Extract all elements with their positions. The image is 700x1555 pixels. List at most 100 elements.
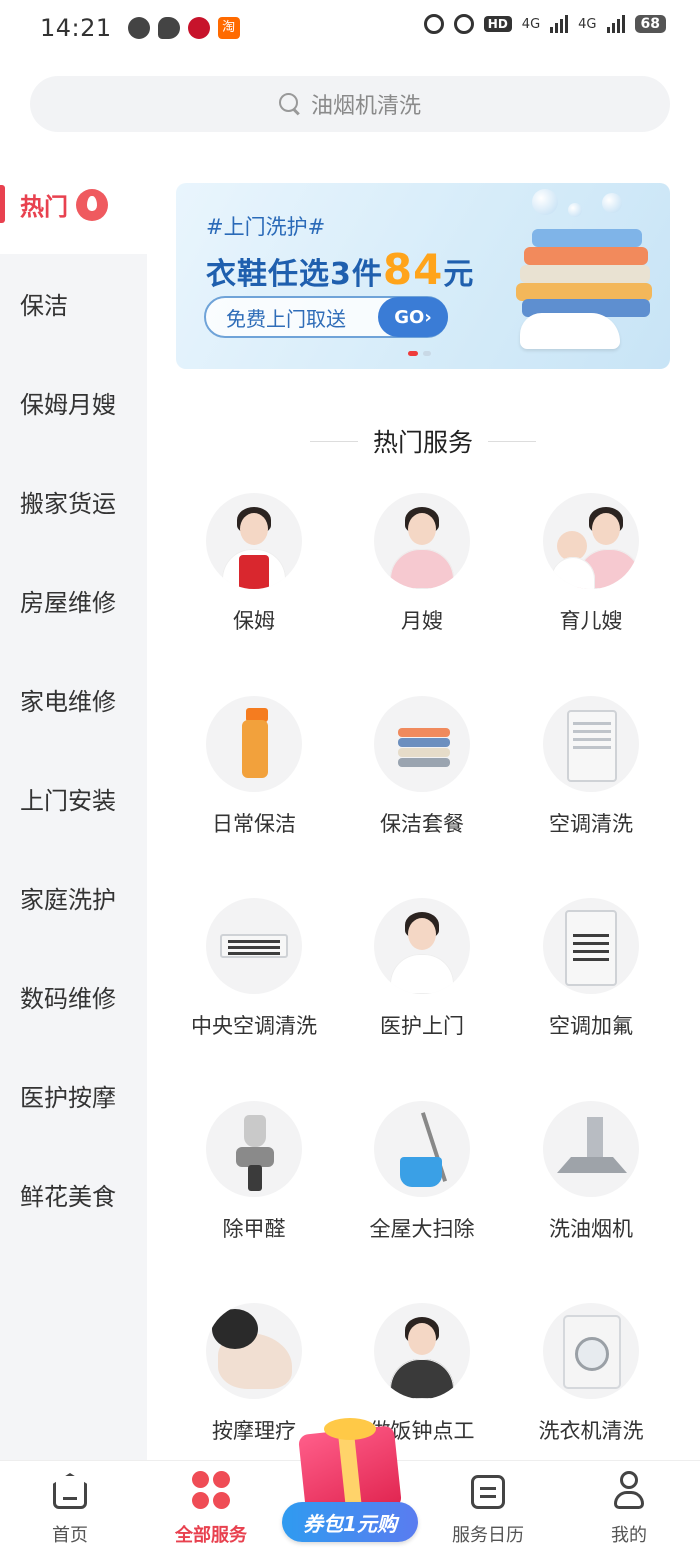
alarm-icon bbox=[423, 14, 444, 34]
nav-label: 全部服务 bbox=[175, 1525, 247, 1546]
gift-bow bbox=[324, 1418, 376, 1440]
service-label: 医护上门 bbox=[380, 1014, 464, 1038]
hd-indicator: HD bbox=[483, 16, 512, 32]
service-whole-house-cleaning[interactable]: 全屋大扫除 bbox=[338, 1101, 506, 1243]
range-hood-icon bbox=[543, 1101, 639, 1197]
sidebar-item-nanny[interactable]: 保姆月嫂 bbox=[0, 353, 147, 452]
service-ac-refrigerant[interactable]: 空调加氟 bbox=[507, 898, 675, 1040]
sidebar-item-cleaning[interactable]: 保洁 bbox=[0, 254, 147, 353]
system-indicators: HD 4G 4G 68 bbox=[423, 14, 666, 34]
promo-banner[interactable]: #上门洗护# 衣鞋任选3件84元 免费上门取送 GO› bbox=[176, 183, 670, 369]
status-time: 14:21 bbox=[40, 14, 112, 42]
service-maternity-nurse[interactable]: 月嫂 bbox=[338, 493, 506, 635]
banner-price-unit: 元 bbox=[443, 257, 475, 292]
banner-headline: 衣鞋任选3件84元 bbox=[206, 245, 474, 294]
service-daily-cleaning[interactable]: 日常保洁 bbox=[170, 696, 338, 838]
ac-refrigerant-icon bbox=[543, 898, 639, 994]
service-label: 日常保洁 bbox=[212, 812, 296, 836]
service-nanny[interactable]: 保姆 bbox=[170, 493, 338, 635]
calendar-icon bbox=[469, 1471, 507, 1511]
home-icon bbox=[51, 1471, 89, 1511]
pagination-dot bbox=[423, 351, 431, 356]
cook-icon bbox=[374, 1303, 470, 1399]
service-cleaning-package[interactable]: 保洁套餐 bbox=[338, 696, 506, 838]
banner-pagination bbox=[408, 351, 431, 356]
section-title: 热门服务 bbox=[310, 420, 536, 462]
sidebar-item-label: 家电维修 bbox=[20, 688, 116, 716]
service-label: 空调清洗 bbox=[549, 812, 633, 836]
nav-label: 服务日历 bbox=[452, 1525, 524, 1546]
sidebar-item-digital-repair[interactable]: 数码维修 bbox=[0, 947, 147, 1046]
coupon-promo-label: 券包1元购 bbox=[282, 1502, 418, 1542]
service-label: 洗油烟机 bbox=[549, 1217, 633, 1241]
maternity-nurse-icon bbox=[374, 493, 470, 589]
nanny-icon bbox=[206, 493, 302, 589]
sidebar-item-installation[interactable]: 上门安装 bbox=[0, 749, 147, 848]
network-type-2: 4G bbox=[578, 16, 597, 32]
service-ac-cleaning[interactable]: 空调清洗 bbox=[507, 696, 675, 838]
sidebar-item-label: 家庭洗护 bbox=[20, 886, 116, 914]
pagination-dot-active bbox=[408, 351, 418, 356]
service-washing-machine[interactable]: 洗衣机清洗 bbox=[507, 1303, 675, 1445]
sidebar-item-laundry[interactable]: 家庭洗护 bbox=[0, 848, 147, 947]
sidebar-item-flowers-food[interactable]: 鲜花美食 bbox=[0, 1145, 147, 1244]
network-type-1: 4G bbox=[521, 16, 541, 32]
sidebar-item-medical-massage[interactable]: 医护按摩 bbox=[0, 1046, 147, 1145]
service-label: 育儿嫂 bbox=[559, 609, 623, 633]
coupon-promo[interactable]: 券包1元购 bbox=[280, 1418, 420, 1548]
sidebar-item-label: 医护按摩 bbox=[20, 1084, 116, 1112]
nav-home[interactable]: 首页 bbox=[10, 1461, 130, 1555]
sidebar-item-hot[interactable]: 热门 bbox=[0, 155, 147, 254]
banner-price: 84 bbox=[382, 245, 444, 294]
nav-label: 我的 bbox=[611, 1525, 647, 1546]
nurse-icon bbox=[374, 898, 470, 994]
category-sidebar: 热门 保洁 保姆月嫂 搬家货运 房屋维修 家电维修 上门安装 家庭洗护 数码维修… bbox=[0, 155, 147, 1460]
fire-icon bbox=[76, 188, 108, 221]
battery-indicator: 68 bbox=[634, 15, 666, 33]
spray-gun-icon bbox=[206, 1101, 302, 1197]
service-label: 空调加氟 bbox=[549, 1014, 633, 1038]
service-label: 月嫂 bbox=[401, 609, 443, 633]
sidebar-item-label: 搬家货运 bbox=[20, 490, 116, 518]
service-formaldehyde-removal[interactable]: 除甲醛 bbox=[170, 1101, 338, 1243]
sidebar-item-house-repair[interactable]: 房屋维修 bbox=[0, 551, 147, 650]
bank-app-icon bbox=[187, 17, 210, 39]
sidebar-item-moving[interactable]: 搬家货运 bbox=[0, 452, 147, 551]
search-placeholder: 油烟机清洗 bbox=[310, 94, 421, 119]
profile-icon bbox=[610, 1471, 648, 1511]
signal-icon bbox=[550, 15, 569, 33]
status-bar: 14:21 淘 HD 4G 4G 68 bbox=[0, 0, 700, 56]
sidebar-item-label: 热门 bbox=[20, 193, 68, 221]
towel-stack-icon bbox=[374, 696, 470, 792]
notification-icons: 淘 bbox=[127, 17, 240, 39]
service-range-hood[interactable]: 洗油烟机 bbox=[507, 1101, 675, 1243]
service-home-medical[interactable]: 医护上门 bbox=[338, 898, 506, 1040]
app-notification-icon bbox=[127, 17, 150, 39]
banner-pill-text: 免费上门取送 bbox=[226, 306, 346, 331]
childcare-icon bbox=[543, 493, 639, 589]
nav-all-services[interactable]: 全部服务 bbox=[151, 1461, 271, 1555]
search-bar[interactable]: 油烟机清洗 bbox=[30, 76, 670, 132]
service-label: 除甲醛 bbox=[222, 1217, 286, 1241]
service-central-ac[interactable]: 中央空调清洗 bbox=[170, 898, 338, 1040]
nav-service-calendar[interactable]: 服务日历 bbox=[428, 1461, 548, 1555]
service-childcare[interactable]: 育儿嫂 bbox=[507, 493, 675, 635]
massage-icon bbox=[206, 1303, 302, 1399]
all-services-icon bbox=[192, 1471, 230, 1511]
banner-headline-text: 衣鞋任选3件 bbox=[206, 257, 383, 292]
silent-icon bbox=[453, 14, 474, 34]
sidebar-item-label: 保姆月嫂 bbox=[20, 391, 116, 419]
banner-go-button[interactable]: GO› bbox=[378, 297, 448, 337]
service-label: 保洁套餐 bbox=[380, 812, 464, 836]
banner-tag: #上门洗护# bbox=[206, 215, 326, 239]
air-conditioner-icon bbox=[543, 696, 639, 792]
nav-label: 首页 bbox=[52, 1525, 88, 1546]
message-icon bbox=[157, 17, 180, 39]
cleaning-spray-icon bbox=[206, 696, 302, 792]
nav-profile[interactable]: 我的 bbox=[569, 1461, 689, 1555]
sidebar-item-label: 保洁 bbox=[20, 292, 68, 320]
sidebar-item-label: 房屋维修 bbox=[20, 589, 116, 617]
sidebar-item-appliance-repair[interactable]: 家电维修 bbox=[0, 650, 147, 749]
service-label: 全屋大扫除 bbox=[369, 1217, 475, 1241]
service-label: 中央空调清洗 bbox=[191, 1014, 317, 1038]
